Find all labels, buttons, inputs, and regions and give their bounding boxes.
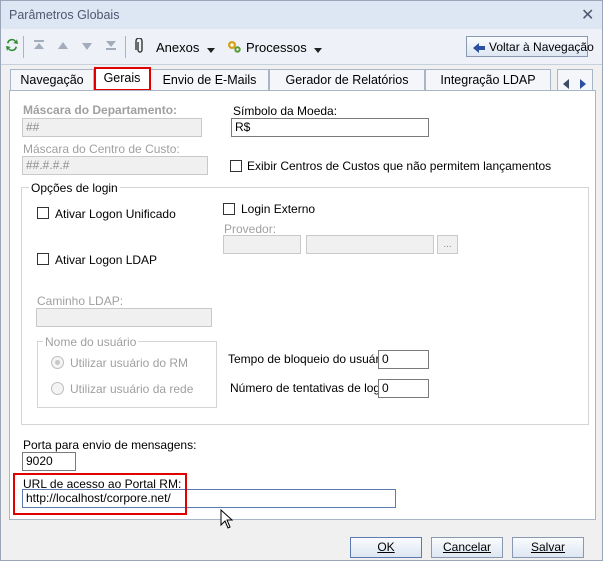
chevron-down-icon[interactable] xyxy=(314,43,322,57)
porta-envio-field[interactable]: 9020 xyxy=(22,452,76,471)
voltar-navegacao-label: Voltar à Navegação xyxy=(489,40,594,54)
utilizar-usuario-rede-label: Utilizar usuário da rede xyxy=(70,382,194,396)
exibir-centros-checkbox[interactable] xyxy=(230,160,242,172)
processes-icon xyxy=(226,38,242,57)
provedor-field xyxy=(223,235,301,254)
tempo-bloqueio-field[interactable]: 0 xyxy=(378,350,429,369)
provedor-description-field xyxy=(306,235,434,254)
tab-strip: Navegação Gerais Envio de E-Mails Gerado… xyxy=(1,67,602,91)
login-externo-label: Login Externo xyxy=(241,202,316,216)
login-externo-checkbox[interactable] xyxy=(223,203,235,215)
next-record-icon[interactable] xyxy=(81,40,93,54)
salvar-label: Salvar xyxy=(530,540,565,554)
url-highlight-box xyxy=(13,473,187,515)
tab-integracao-ldap[interactable]: Integração LDAP xyxy=(425,69,551,90)
mascara-centro-custo-field: ##.#.#.# xyxy=(22,156,208,175)
simbolo-moeda-label: Símbolo da Moeda: xyxy=(233,104,338,118)
caminho-ldap-field xyxy=(36,308,212,327)
tab-scroll-buttons xyxy=(557,69,593,90)
dialog-window: Parâmetros Globais ✕ Anexos Processos Vo… xyxy=(0,0,603,561)
ok-label: OK xyxy=(377,540,395,554)
salvar-button[interactable]: Salvar xyxy=(512,537,584,558)
opcoes-login-label: Opções de login xyxy=(29,181,120,195)
back-arrow-icon xyxy=(473,42,485,56)
tempo-bloqueio-label: Tempo de bloqueio do usuário: xyxy=(228,352,393,366)
ativar-logon-ldap-checkbox[interactable] xyxy=(37,253,49,265)
close-icon[interactable]: ✕ xyxy=(581,5,594,25)
utilizar-usuario-rede-radio xyxy=(51,382,64,395)
ok-button[interactable]: OK xyxy=(350,537,422,558)
chevron-down-icon[interactable] xyxy=(207,43,215,57)
provedor-label: Provedor: xyxy=(224,222,277,236)
utilizar-usuario-rm-label: Utilizar usuário do RM xyxy=(70,356,189,370)
first-record-icon[interactable] xyxy=(33,39,45,54)
numero-tentativas-field[interactable]: 0 xyxy=(378,379,429,398)
tab-gerador-relatorios[interactable]: Gerador de Relatórios xyxy=(269,69,425,90)
nome-usuario-group xyxy=(37,341,217,408)
mascara-departamento-field: ## xyxy=(22,118,202,137)
simbolo-moeda-field[interactable]: R$ xyxy=(231,118,429,137)
nome-usuario-label: Nome do usuário xyxy=(43,335,139,349)
paperclip-icon xyxy=(134,37,146,57)
toolbar-separator xyxy=(23,36,24,58)
caminho-ldap-label: Caminho LDAP: xyxy=(37,294,124,308)
tab-envio-emails[interactable]: Envio de E-Mails xyxy=(150,69,269,90)
mascara-departamento-label: Máscara do Departamento: xyxy=(23,103,178,117)
utilizar-usuario-rm-radio xyxy=(51,356,64,369)
processos-menu[interactable]: Processos xyxy=(246,40,307,55)
porta-envio-label: Porta para envio de mensagens: xyxy=(23,438,197,452)
previous-record-icon[interactable] xyxy=(57,40,69,54)
toolbar-separator xyxy=(125,36,126,58)
window-title: Parâmetros Globais xyxy=(9,8,120,22)
title-bar: Parâmetros Globais ✕ xyxy=(1,1,602,29)
mouse-cursor-icon xyxy=(220,508,234,532)
last-record-icon[interactable] xyxy=(105,39,117,54)
mascara-centro-custo-label: Máscara do Centro de Custo: xyxy=(23,142,180,156)
tab-navegacao[interactable]: Navegação xyxy=(10,69,94,90)
provedor-browse-button: ... xyxy=(437,235,458,254)
ativar-logon-unificado-checkbox[interactable] xyxy=(37,207,49,219)
tab-highlight-box xyxy=(94,67,151,91)
numero-tentativas-label: Número de tentativas de login: xyxy=(230,381,393,395)
ativar-logon-ldap-label: Ativar Logon LDAP xyxy=(55,253,158,267)
voltar-navegacao-button[interactable]: Voltar à Navegação xyxy=(466,36,594,57)
exibir-centros-label: Exibir Centros de Custos que não permite… xyxy=(247,159,552,173)
anexos-menu[interactable]: Anexos xyxy=(156,40,199,55)
refresh-icon[interactable] xyxy=(5,37,19,56)
toolbar: Anexos Processos Voltar à Navegação xyxy=(1,30,602,65)
cancelar-button[interactable]: Cancelar xyxy=(431,537,503,558)
ativar-logon-unificado-label: Ativar Logon Unificado xyxy=(55,207,176,221)
cancelar-label: Cancelar xyxy=(442,540,492,554)
